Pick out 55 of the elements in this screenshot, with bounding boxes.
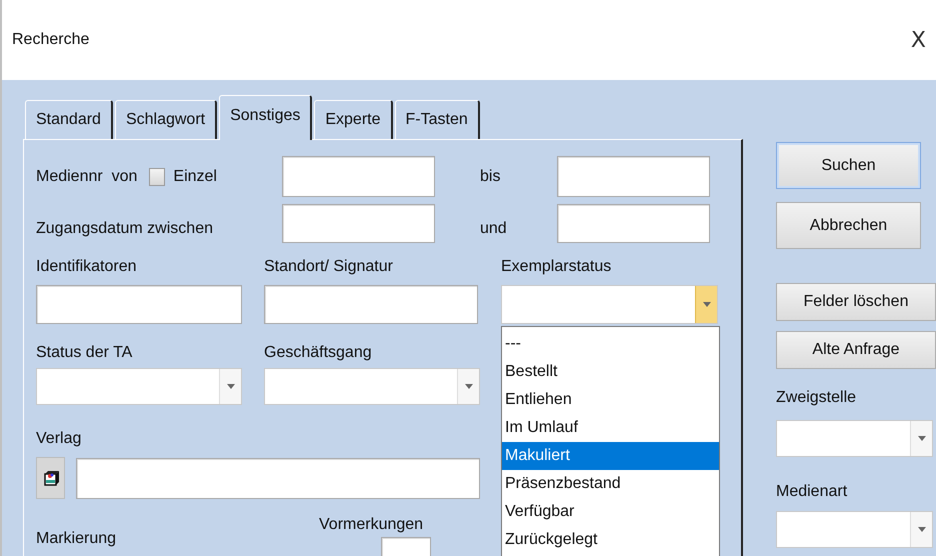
dropdown-field[interactable] bbox=[776, 511, 933, 548]
lookup-button[interactable] bbox=[36, 457, 65, 499]
field-label: Mediennr von bbox=[36, 166, 138, 186]
tab[interactable]: Standard bbox=[25, 100, 113, 139]
list-item[interactable]: Makuliert bbox=[502, 442, 719, 470]
caret-icon bbox=[464, 384, 472, 389]
field-label: Zweigstelle bbox=[776, 388, 858, 408]
dropdown-field[interactable] bbox=[776, 420, 933, 457]
input-field[interactable] bbox=[557, 204, 710, 243]
list-item[interactable]: Präsenzbestand bbox=[502, 470, 719, 498]
dropdown-field[interactable] bbox=[36, 368, 242, 405]
dialog-button[interactable]: Alte Anfrage bbox=[776, 331, 936, 369]
field-label: Vormerkungen bbox=[319, 515, 424, 535]
dropdown-field[interactable] bbox=[264, 368, 480, 405]
close-button[interactable]: X bbox=[910, 24, 926, 56]
input-field[interactable] bbox=[264, 285, 478, 324]
list-item[interactable]: Verfügbar bbox=[502, 498, 719, 526]
input-field[interactable] bbox=[557, 156, 710, 197]
tab[interactable]: Sonstiges bbox=[219, 95, 312, 140]
field-label: Medienart bbox=[776, 482, 848, 502]
caret-icon bbox=[702, 302, 710, 307]
list-item[interactable]: Zurückgelegt bbox=[502, 526, 719, 554]
input-field[interactable] bbox=[282, 156, 435, 197]
window-title: Recherche bbox=[12, 30, 90, 50]
input-field[interactable] bbox=[36, 285, 242, 324]
field-label: Standort/ Signatur bbox=[264, 257, 394, 277]
list-item[interactable]: --- bbox=[502, 330, 719, 358]
field-label: bis bbox=[480, 168, 500, 184]
input-field[interactable] bbox=[282, 204, 435, 243]
field-label: und bbox=[480, 220, 507, 236]
field-label: Geschäftsgang bbox=[264, 343, 373, 363]
dialog-button[interactable]: Felder löschen bbox=[776, 283, 936, 321]
card-file-icon bbox=[42, 469, 60, 487]
tab[interactable]: Experte bbox=[314, 100, 392, 139]
list-item[interactable]: Im Umlauf bbox=[502, 414, 719, 442]
caret-icon bbox=[918, 436, 926, 441]
field-label: Markierung bbox=[36, 529, 118, 549]
input-field[interactable] bbox=[76, 458, 480, 498]
tab[interactable]: F-Tasten bbox=[394, 100, 480, 139]
field-label: Status der TA bbox=[36, 343, 134, 363]
dropdown-field[interactable] bbox=[501, 285, 718, 324]
dialog-button[interactable]: Suchen bbox=[776, 142, 921, 189]
field-label: Zugangsdatum zwischen bbox=[36, 220, 213, 236]
dialog-button[interactable]: Abbrechen bbox=[776, 202, 921, 249]
list-item[interactable]: Entliehen bbox=[502, 386, 719, 414]
field-label: Identifikatoren bbox=[36, 257, 138, 277]
caret-icon bbox=[226, 384, 234, 389]
field-label: Exemplarstatus bbox=[501, 257, 612, 277]
list-item[interactable]: Bestellt bbox=[502, 358, 719, 386]
field-label: Verlag bbox=[36, 430, 82, 447]
checkbox[interactable] bbox=[149, 168, 166, 186]
input-field[interactable] bbox=[381, 537, 432, 556]
tab[interactable]: Schlagwort bbox=[114, 100, 218, 139]
caret-icon bbox=[918, 527, 926, 532]
checkbox-label: Einzel bbox=[173, 166, 217, 186]
